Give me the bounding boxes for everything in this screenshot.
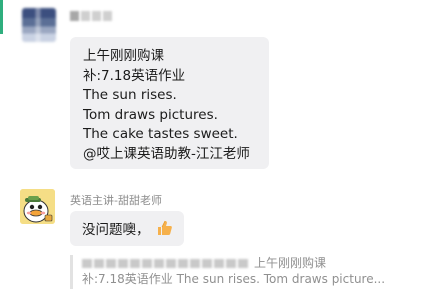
message-line: The sun rises. [83,87,177,103]
sender-name-blurred [70,10,114,22]
message-bubble[interactable]: 上午刚刚购课 补:7.18英语作业 The sun rises. Tom dra… [70,37,269,169]
sender-name[interactable]: 英语主讲-甜甜老师 [70,192,162,208]
thumbs-up-icon [156,219,174,244]
message-line: 上午刚刚购课 [83,48,164,64]
accent-edge [0,0,3,34]
quoted-line: 补:7.18英语作业 The sun rises. Tom draws pict… [82,272,386,286]
mention-line[interactable]: @哎上课英语助教-江江老师 [83,145,257,165]
message-line: The cake tastes sweet. [83,126,238,142]
message-text: 没问题噢， [82,222,150,238]
avatar[interactable] [22,8,56,42]
message-line: Tom draws pictures. [83,106,218,123]
message-bubble[interactable]: 没问题噢， [70,211,184,246]
quoted-message[interactable]: 上午刚刚购课 补:7.18英语作业 The sun rises. Tom dra… [70,255,386,289]
duck-avatar-icon[interactable] [20,189,55,224]
message-line: 补:7.18英语作业 [83,67,186,84]
quoted-sender-blurred [82,258,248,268]
quoted-line: 上午刚刚购课 [254,256,327,270]
